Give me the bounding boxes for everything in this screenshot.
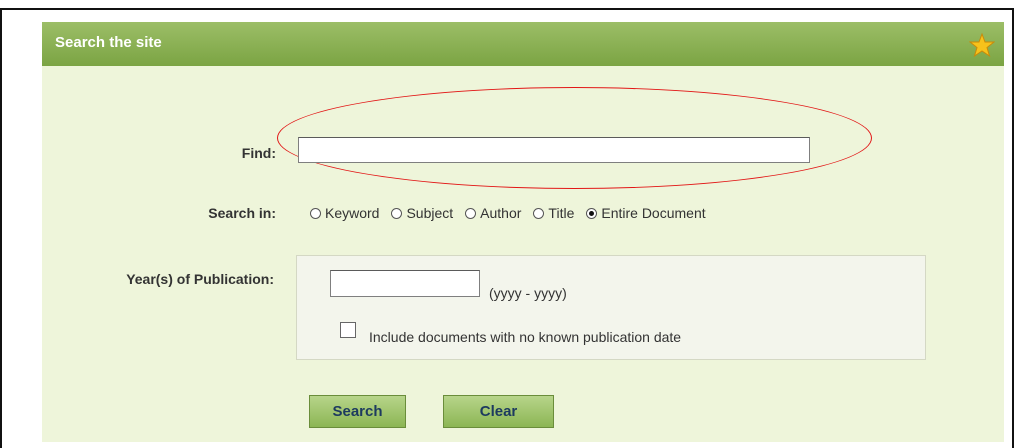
- year-range-input[interactable]: [330, 270, 480, 297]
- search-in-label: Search in:: [208, 205, 276, 221]
- panel-header: Search the site: [42, 22, 1004, 66]
- radio-circle[interactable]: [586, 207, 598, 219]
- include-no-date-label: Include documents with no known publicat…: [369, 329, 682, 345]
- radio-label: Title: [548, 205, 575, 221]
- find-input[interactable]: [298, 137, 810, 163]
- years-label: Year(s) of Publication:: [126, 271, 274, 287]
- radio-option-keyword[interactable]: Keyword: [310, 205, 379, 221]
- find-label: Find:: [241, 145, 276, 161]
- radio-circle[interactable]: [391, 207, 403, 219]
- radio-label: Subject: [406, 205, 454, 221]
- year-format-hint: (yyyy - yyyy): [489, 285, 567, 301]
- radio-circle[interactable]: [465, 207, 477, 219]
- radio-circle[interactable]: [310, 207, 321, 219]
- radio-label: Entire Document: [601, 205, 706, 221]
- radio-option-author[interactable]: Author: [465, 205, 521, 221]
- search-button[interactable]: Search: [309, 395, 406, 428]
- star-icon[interactable]: [969, 32, 995, 58]
- radio-label: Keyword: [325, 205, 380, 221]
- panel-title: Search the site: [55, 34, 162, 51]
- radio-option-title[interactable]: Title: [533, 205, 574, 221]
- search-in-radio-group: Keyword Subject Author Title Entire Document: [310, 203, 718, 223]
- radio-label: Author: [480, 205, 522, 221]
- search-panel: Search the site: [42, 22, 1004, 442]
- include-no-date-checkbox[interactable]: [340, 322, 356, 338]
- radio-option-subject[interactable]: Subject: [391, 205, 453, 221]
- clear-button[interactable]: Clear: [443, 395, 554, 428]
- radio-option-entire-document[interactable]: Entire Document: [586, 205, 706, 221]
- radio-circle[interactable]: [533, 207, 545, 219]
